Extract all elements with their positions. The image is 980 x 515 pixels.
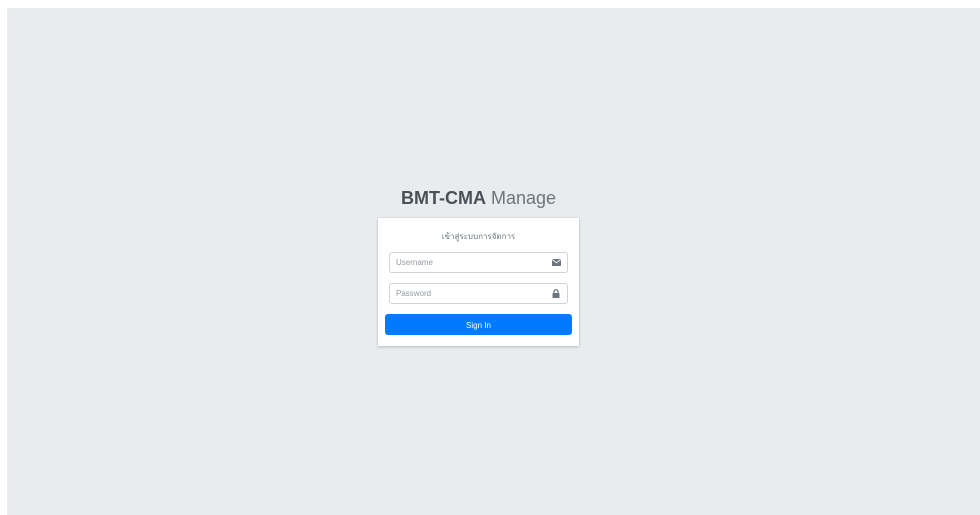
lock-icon [545,284,567,303]
sign-in-button[interactable]: Sign In [385,314,572,335]
logo-light-text: Manage [490,188,557,208]
username-input[interactable] [390,253,545,272]
login-form: Sign In [385,252,572,335]
logo-bold-text: BMT-CMA [400,188,486,208]
username-group [389,252,568,273]
login-card: เข้าสู่ระบบการจัดการ Username Sign In [378,218,579,346]
password-input[interactable] [390,284,545,303]
password-group [389,283,568,304]
login-message: เข้าสู่ระบบการจัดการ [441,232,516,241]
login-box: BMT-CMA Manage เข้าสู่ระบบการจัดการ User… [378,186,579,346]
page-background: BMT-CMA Manage เข้าสู่ระบบการจัดการ User… [7,8,980,515]
envelope-icon [545,253,567,272]
app-logo[interactable]: BMT-CMA Manage [378,186,579,210]
